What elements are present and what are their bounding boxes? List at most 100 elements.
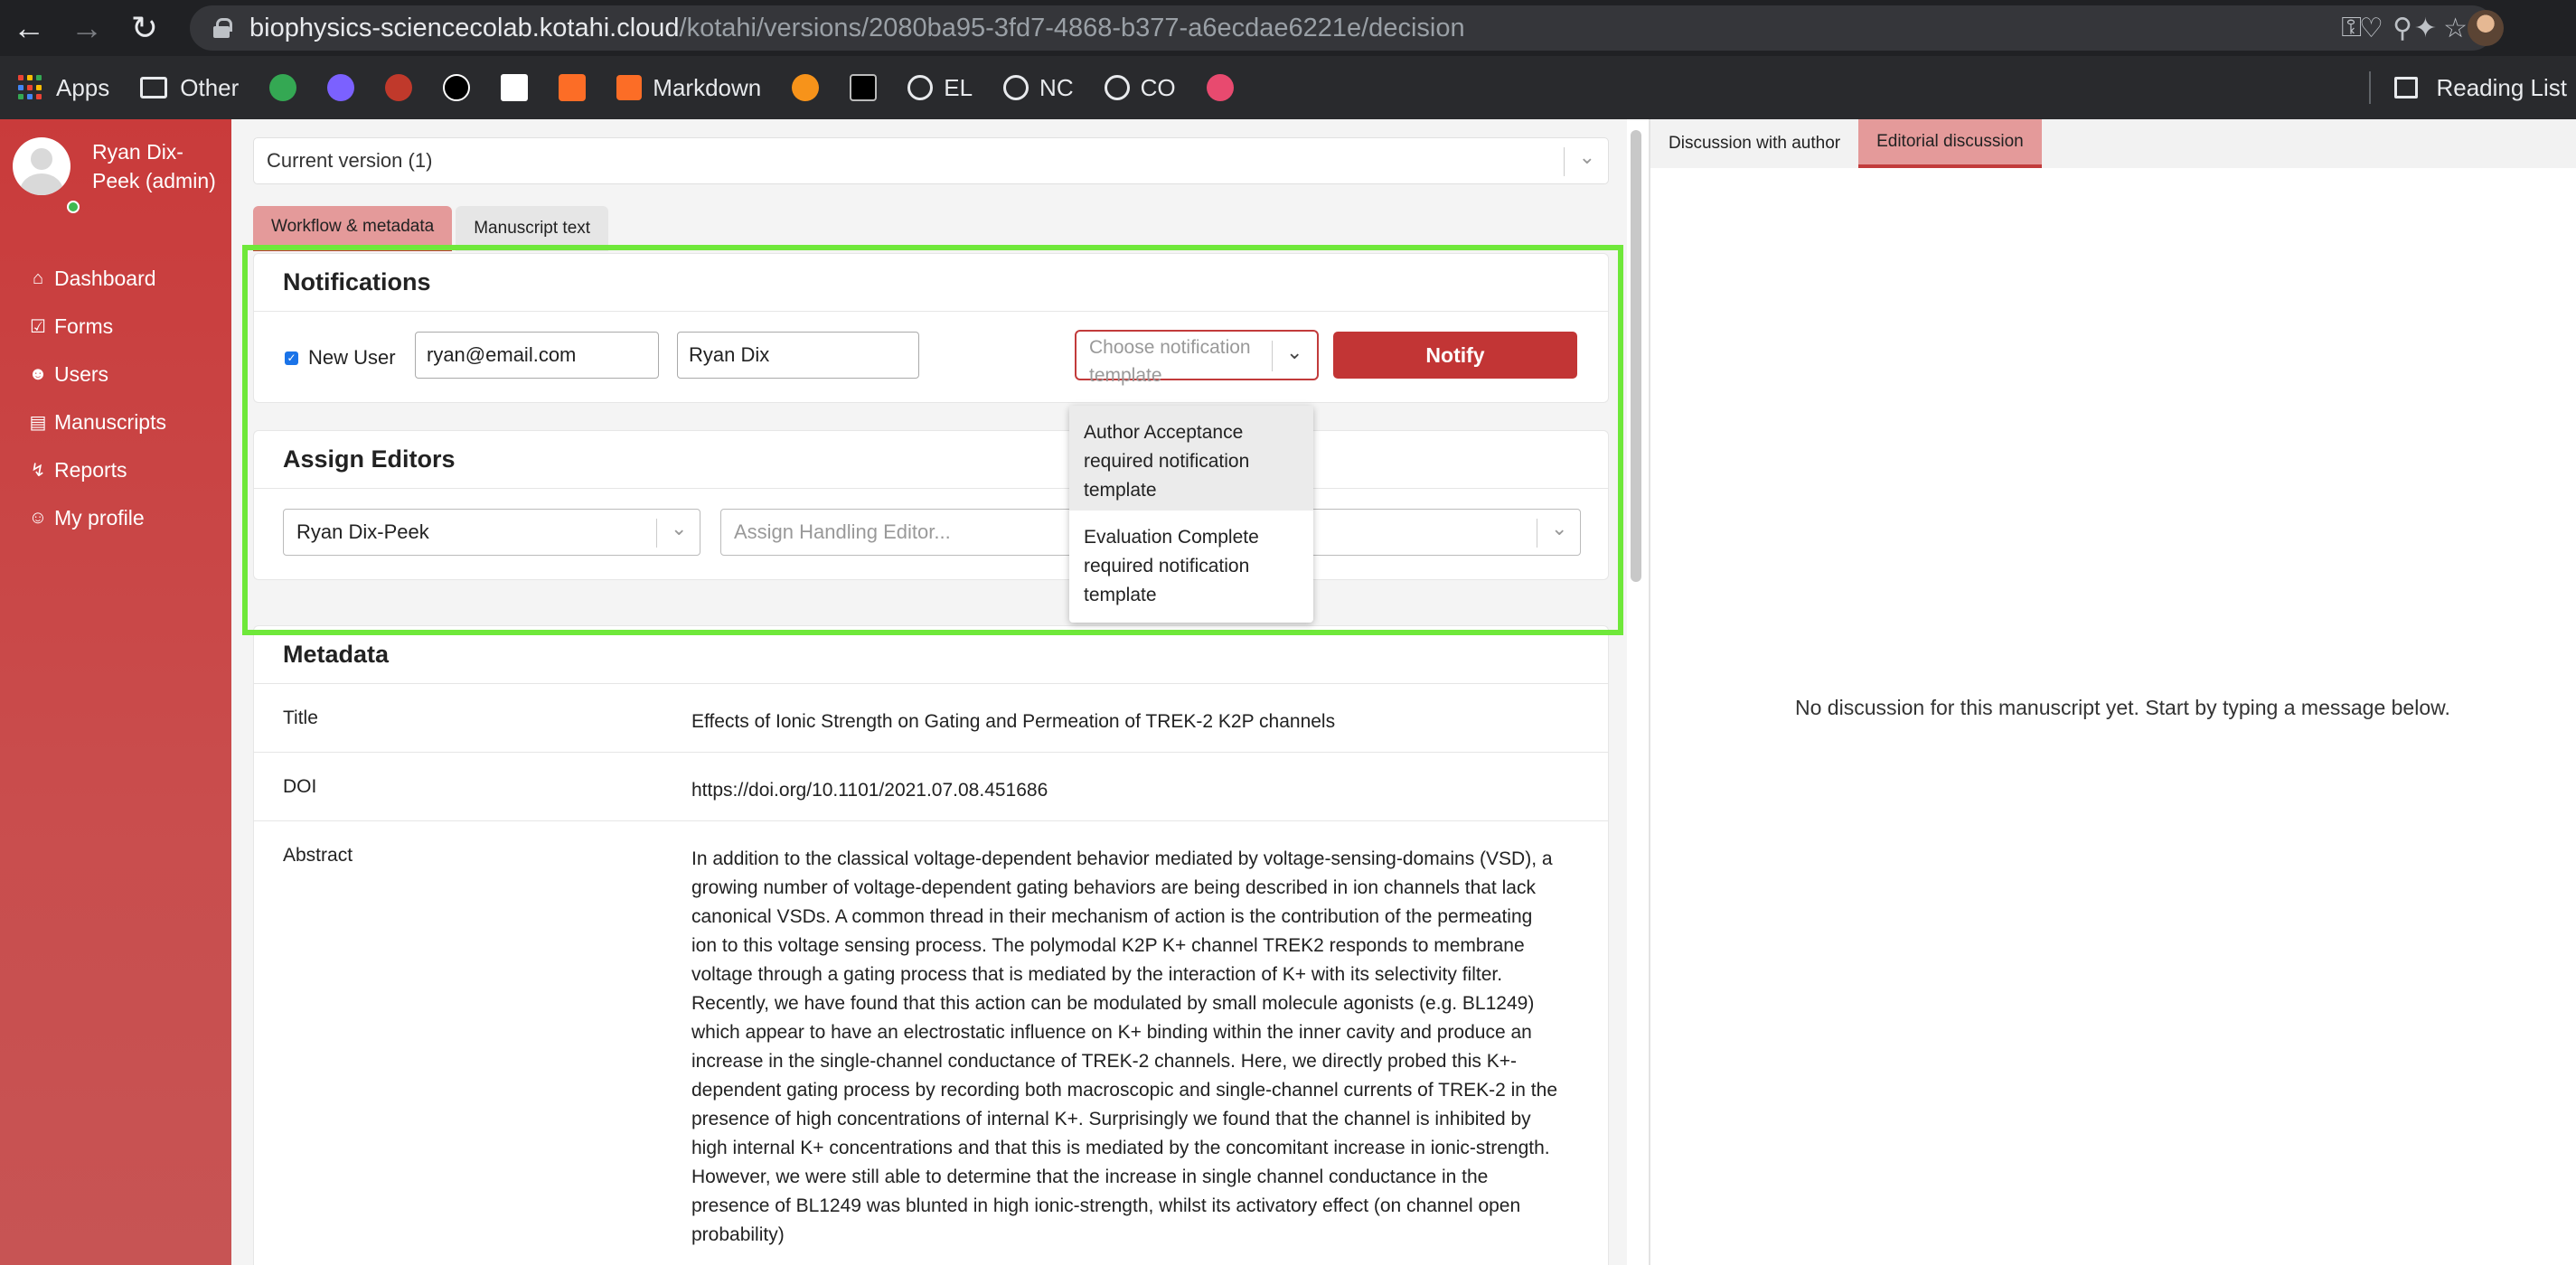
menu-item-forms[interactable]: ☑ Forms xyxy=(27,303,166,351)
main-menu: ⌂ Dashboard ☑ Forms ☻ Users ▤ Manuscript… xyxy=(27,255,166,542)
bookmark-apps[interactable]: Apps xyxy=(18,74,109,102)
bookmark-label: Other xyxy=(180,73,240,101)
bookmarks-bar: Apps Other Markdown EL NC CO Reading Lis… xyxy=(0,56,2576,119)
reading-list[interactable]: Reading List xyxy=(2369,56,2567,119)
metadata-label: Title xyxy=(283,707,318,728)
user-avatar xyxy=(13,137,71,195)
globe-icon xyxy=(907,75,934,100)
chevron-down-icon: ⌄ xyxy=(1286,341,1303,363)
discussion-panel: Discussion with author Editorial discuss… xyxy=(1650,119,2576,1265)
metadata-row-title: Title Effects of Ionic Strength on Gatin… xyxy=(254,684,1608,753)
tab-discussion-with-author[interactable]: Discussion with author xyxy=(1650,119,1858,168)
lock-icon xyxy=(213,18,232,38)
new-user-label: New User xyxy=(308,346,396,369)
metadata-value: https://doi.org/10.1101/2021.07.08.45168… xyxy=(691,780,1048,801)
gitlab-icon xyxy=(616,75,643,100)
menu-item-manuscripts[interactable]: ▤ Manuscripts xyxy=(27,398,166,446)
menu-item-my-profile[interactable]: ☺ My profile xyxy=(27,494,166,542)
bookmark-other[interactable]: Other xyxy=(140,74,239,102)
version-select[interactable]: Current version (1) ⌄ xyxy=(253,137,1609,184)
bookmark-label: Apps xyxy=(56,73,110,101)
menu-label: Forms xyxy=(54,314,114,338)
notifications-card: Notifications ✓ New User ryan@email.com … xyxy=(253,253,1609,403)
folder-icon xyxy=(140,77,168,98)
pocket-icon[interactable]: ♡ xyxy=(2359,13,2383,44)
name-field[interactable]: Ryan Dix xyxy=(677,332,919,379)
apps-grid-icon xyxy=(18,75,43,100)
version-select-value: Current version (1) xyxy=(267,149,433,172)
bookmark-co[interactable]: CO xyxy=(1104,73,1176,102)
metadata-row-doi: DOI https://doi.org/10.1101/2021.07.08.4… xyxy=(254,753,1608,821)
tab-workflow-metadata[interactable]: Workflow & metadata xyxy=(253,206,453,251)
separator xyxy=(2369,71,2372,104)
assign-editors-card: Assign Editors Ryan Dix-Peek ⌄ Assign Ha… xyxy=(253,430,1609,580)
slack-icon[interactable] xyxy=(327,74,355,101)
notification-template-select[interactable]: Choose notification template ⌄ xyxy=(1075,330,1319,386)
bookmark-icon[interactable] xyxy=(501,74,529,101)
bookmark-icon[interactable] xyxy=(385,74,413,101)
bookmark-label: NC xyxy=(1039,73,1074,101)
template-dropdown-menu: Author Acceptance required notification … xyxy=(1069,406,1313,623)
globe-icon xyxy=(1104,75,1130,100)
gitlab-icon[interactable] xyxy=(559,74,587,101)
forward-arrow-icon[interactable]: → xyxy=(58,0,116,56)
user-name: Ryan Dix-Peek (admin) xyxy=(92,140,216,192)
back-arrow-icon[interactable]: ← xyxy=(0,0,58,56)
email-field[interactable]: ryan@email.com xyxy=(415,332,659,379)
metadata-value: In addition to the classical voltage-dep… xyxy=(691,848,1558,1245)
dropdown-option[interactable]: Author Acceptance required notification … xyxy=(1069,406,1313,511)
menu-label: Dashboard xyxy=(54,267,156,290)
senior-editor-value: Ryan Dix-Peek xyxy=(296,520,429,543)
notify-button[interactable]: Notify xyxy=(1333,332,1577,379)
dropdown-option[interactable]: Evaluation Complete required notificatio… xyxy=(1069,511,1313,615)
globe-icon xyxy=(1003,75,1029,100)
menu-item-reports[interactable]: ↯ Reports xyxy=(27,446,166,494)
metadata-label: Abstract xyxy=(283,845,353,866)
new-user-checkbox[interactable]: ✓ xyxy=(285,351,298,365)
chevron-down-icon: ⌄ xyxy=(671,517,688,539)
activity-icon: ↯ xyxy=(30,461,46,481)
check-square-icon: ☑ xyxy=(30,317,46,337)
profile-avatar-icon[interactable] xyxy=(2468,10,2505,46)
empty-discussion-message: No discussion for this manuscript yet. S… xyxy=(1795,696,2450,719)
reload-icon[interactable]: ↻ xyxy=(116,0,174,56)
select-separator xyxy=(1564,147,1565,176)
extension-area: ♡ ✦ xyxy=(2359,0,2505,56)
menu-item-dashboard[interactable]: ⌂ Dashboard xyxy=(27,255,166,303)
maps-icon[interactable] xyxy=(269,74,297,101)
chevron-down-icon: ⌄ xyxy=(1578,145,1595,168)
bookmark-icon[interactable] xyxy=(1206,74,1234,101)
tab-manuscript-text[interactable]: Manuscript text xyxy=(456,206,609,251)
online-status-icon xyxy=(67,201,80,213)
main-scrollbar[interactable] xyxy=(1631,130,1641,582)
tab-editorial-discussion[interactable]: Editorial discussion xyxy=(1858,119,2042,168)
assign-editors-title: Assign Editors xyxy=(254,431,1608,489)
bookmark-icon[interactable] xyxy=(850,74,878,101)
menu-item-users[interactable]: ☻ Users xyxy=(27,351,166,398)
url-path: /kotahi/versions/2080ba95-3fd7-4868-b377… xyxy=(679,13,1465,42)
workflow-tabs: Workflow & metadata Manuscript text xyxy=(253,206,612,251)
chevron-down-icon: ⌄ xyxy=(1551,517,1568,539)
metadata-title: Metadata xyxy=(254,626,1608,684)
bookmark-icon[interactable] xyxy=(443,74,471,101)
select-separator xyxy=(656,519,657,548)
bookmark-icon[interactable] xyxy=(792,74,820,101)
browser-toolbar: ← → ↻ biophysics-sciencecolab.kotahi.clo… xyxy=(0,0,2576,56)
user-block[interactable]: Ryan Dix-Peek (admin) xyxy=(13,137,228,213)
senior-editor-select[interactable]: Ryan Dix-Peek ⌄ xyxy=(283,509,700,556)
select-separator xyxy=(1272,341,1273,371)
puzzle-icon[interactable]: ✦ xyxy=(2414,13,2437,44)
bookmark-markdown[interactable]: Markdown xyxy=(616,74,761,102)
home-icon: ⌂ xyxy=(32,268,44,288)
bookmark-nc[interactable]: NC xyxy=(1003,74,1074,102)
notifications-title: Notifications xyxy=(254,254,1608,312)
bookmark-label: CO xyxy=(1140,73,1176,101)
bookmark-el[interactable]: EL xyxy=(907,74,973,102)
url-host: biophysics-sciencecolab.kotahi.cloud xyxy=(249,13,680,42)
bookmark-label: EL xyxy=(944,73,973,101)
metadata-label: DOI xyxy=(283,776,317,797)
menu-label: Manuscripts xyxy=(54,410,166,434)
user-icon: ☺ xyxy=(28,508,48,528)
address-bar[interactable]: biophysics-sciencecolab.kotahi.cloud/kot… xyxy=(190,5,2495,51)
metadata-value: Effects of Ionic Strength on Gating and … xyxy=(691,711,1336,732)
